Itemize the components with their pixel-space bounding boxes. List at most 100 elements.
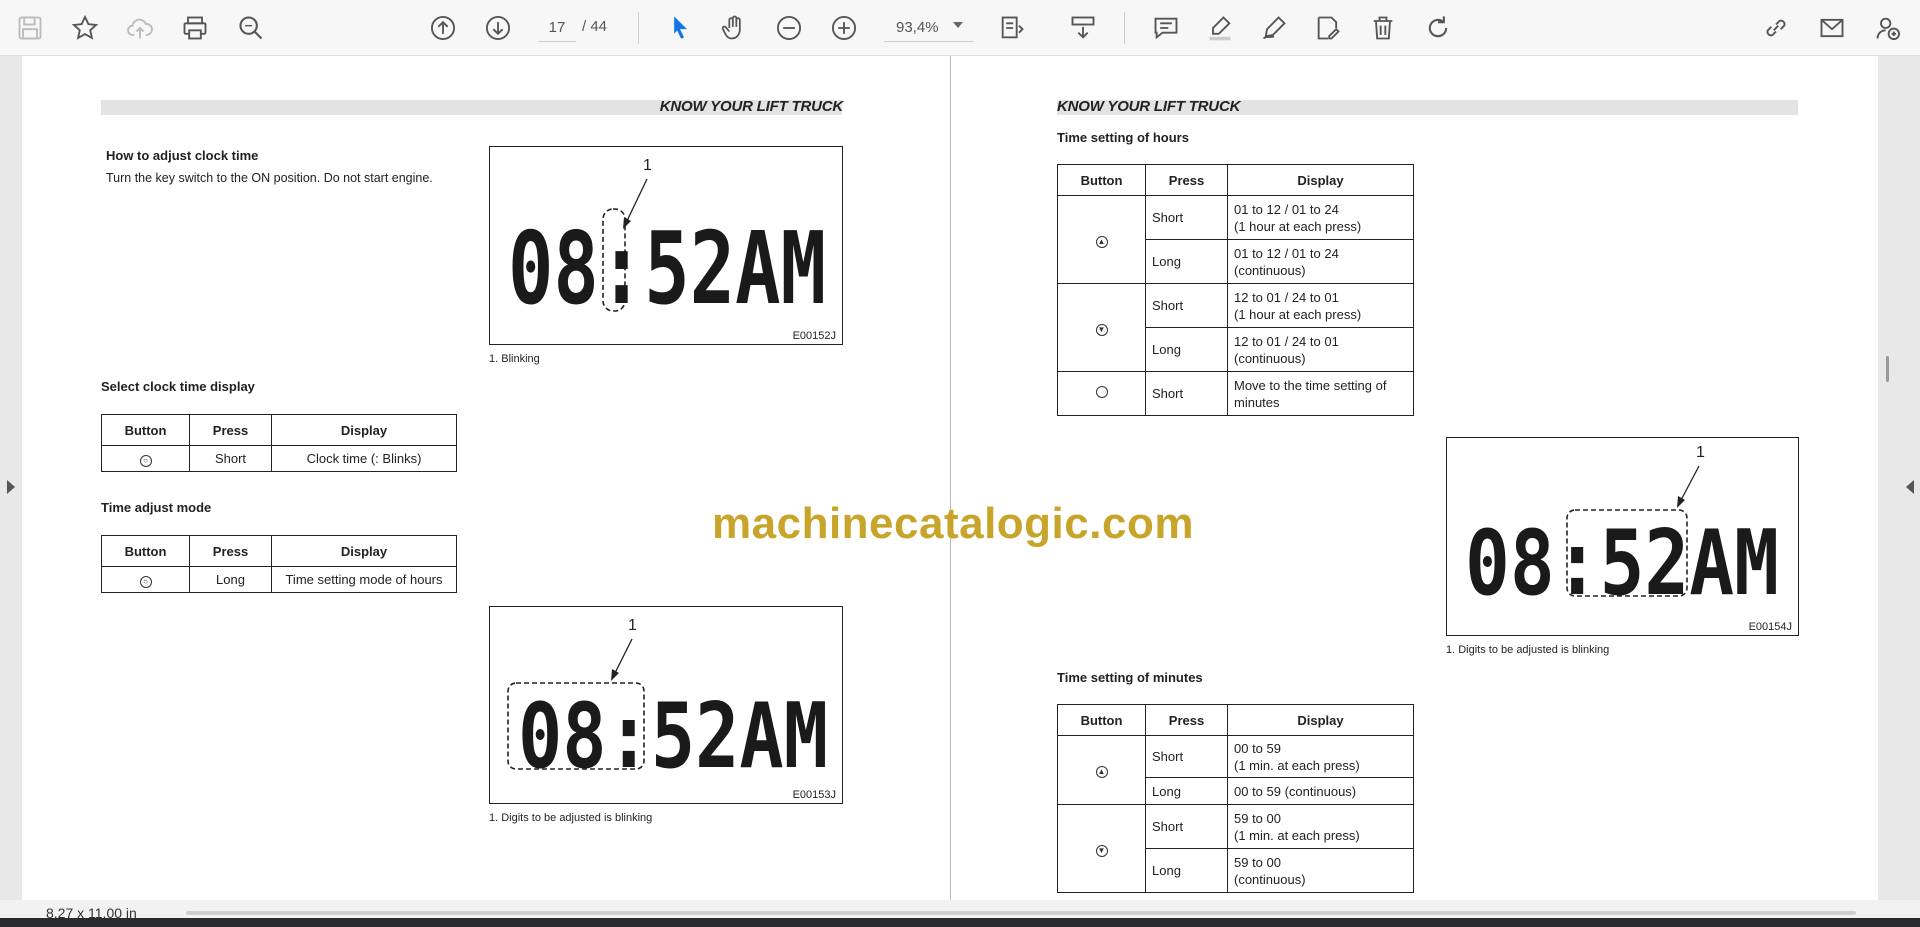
display-line: Move to the time setting of <box>1234 377 1387 393</box>
display-cell: 01 to 12 / 01 to 24 (1 hour at each press… <box>1227 195 1414 240</box>
press-cell: Long <box>1145 777 1228 805</box>
comment-icon[interactable] <box>1148 10 1184 46</box>
horizontal-scrollbar[interactable] <box>186 911 1856 915</box>
print-icon[interactable] <box>177 10 213 46</box>
page-number-input[interactable] <box>538 14 576 42</box>
button-cell: ▼ <box>1057 283 1146 372</box>
display-line: (1 min. at each press) <box>1234 827 1360 843</box>
section-title: Time setting of hours <box>1057 130 1189 145</box>
column-header: Button <box>101 535 190 567</box>
edit-pdf-icon[interactable] <box>1310 10 1346 46</box>
display-line: 01 to 12 / 01 to 24 <box>1234 201 1339 217</box>
document-viewer[interactable]: KNOW YOUR LIFT TRUCK How to adjust clock… <box>0 56 1920 900</box>
up-button-icon: ▲ <box>1095 235 1108 248</box>
table-row: ▲ Short 01 to 12 / 01 to 24 (1 hour at ea… <box>1057 195 1414 284</box>
press-cell: Short <box>1145 195 1228 240</box>
chevron-down-icon[interactable] <box>953 22 963 28</box>
select-tool-icon[interactable] <box>662 10 698 46</box>
svg-text:08:52AM: 08:52AM <box>518 687 828 777</box>
display-cell: Move to the time setting of minutes <box>1227 371 1414 416</box>
svg-text:08:52AM: 08:52AM <box>508 213 826 313</box>
display-cell: 12 to 01 / 24 to 01 (continuous) <box>1227 327 1414 372</box>
hand-tool-icon[interactable] <box>716 10 752 46</box>
press-cell: Short <box>1145 283 1228 328</box>
column-header: Button <box>1057 164 1146 196</box>
column-header: Press <box>1145 704 1228 736</box>
star-icon[interactable] <box>67 10 103 46</box>
add-user-icon[interactable] <box>1870 10 1906 46</box>
page-left: KNOW YOUR LIFT TRUCK How to adjust clock… <box>22 56 950 900</box>
column-header: Button <box>101 414 190 446</box>
cloud-upload-icon[interactable] <box>122 10 158 46</box>
draw-icon[interactable] <box>1256 10 1292 46</box>
column-header: Button <box>1057 704 1146 736</box>
display-cell: 12 to 01 / 24 to 01 (1 hour at each press… <box>1227 283 1414 328</box>
highlight-icon[interactable] <box>1202 10 1238 46</box>
find-icon[interactable] <box>233 10 269 46</box>
display-line: (1 min. at each press) <box>1234 757 1360 773</box>
vertical-scrollbar[interactable] <box>1886 356 1889 382</box>
save-icon[interactable] <box>12 10 48 46</box>
share-link-icon[interactable] <box>1758 10 1794 46</box>
column-header: Press <box>189 414 272 446</box>
scroll-mode-icon[interactable] <box>1065 10 1101 46</box>
minutes-setting-table: Button Press Display ▲ Short 00 to 59 (1… <box>1057 704 1414 893</box>
clock-figure: 1 08:52AM E00154J <box>1446 437 1799 636</box>
expand-left-panel-icon[interactable] <box>7 480 15 494</box>
page-header: KNOW YOUR LIFT TRUCK <box>1057 98 1241 115</box>
display-line: 12 to 01 / 24 to 01 <box>1234 289 1339 305</box>
display-line: 59 to 00 <box>1234 854 1281 870</box>
display-line: 01 to 12 / 01 to 24 <box>1234 245 1339 261</box>
section-title: How to adjust clock time <box>106 148 259 163</box>
next-page-icon[interactable] <box>480 10 516 46</box>
press-cell: Short <box>1145 804 1228 849</box>
display-cell: 59 to 00 (1 min. at each press) <box>1227 804 1414 849</box>
zoom-out-icon[interactable] <box>771 10 807 46</box>
up-button-icon: ▲ <box>1095 766 1108 778</box>
watermark-text: machinecatalogic.com <box>712 499 1194 548</box>
zoom-level-value: 93,4% <box>896 19 939 36</box>
figure-caption: 1. Blinking <box>489 353 540 365</box>
page-header: KNOW YOUR LIFT TRUCK <box>659 98 843 115</box>
down-button-icon: ▼ <box>1095 323 1108 336</box>
press-cell: Short <box>1145 735 1228 778</box>
display-line: (1 hour at each press) <box>1234 218 1362 234</box>
figure-code: E00153J <box>792 789 836 801</box>
select-display-table: Button Press Display ○ Short Clock time … <box>101 414 457 472</box>
email-icon[interactable] <box>1814 10 1850 46</box>
page-fit-icon[interactable] <box>994 10 1030 46</box>
delete-icon[interactable] <box>1365 10 1401 46</box>
table-row: Short Move to the time setting of minutes <box>1057 371 1414 416</box>
select-button-icon: ○ <box>139 575 152 588</box>
display-cell: 01 to 12 / 01 to 24 (continuous) <box>1227 239 1414 284</box>
column-header: Press <box>189 535 272 567</box>
expand-right-panel-icon[interactable] <box>1906 480 1914 494</box>
section-title: Time setting of minutes <box>1057 670 1203 685</box>
clock-figure: 1 08:52AM E00153J <box>489 606 843 804</box>
press-cell: Long <box>1145 327 1228 372</box>
display-cell: Clock time (: Blinks) <box>271 445 457 472</box>
prev-page-icon[interactable] <box>425 10 461 46</box>
zoom-in-icon[interactable] <box>826 10 862 46</box>
taskbar-strip <box>0 918 1920 927</box>
page-total: / 44 <box>582 18 608 35</box>
table-row: ▼ Short 12 to 01 / 24 to 01 (1 hour at ea… <box>1057 283 1414 372</box>
button-cell: ▲ <box>1057 195 1146 284</box>
toolbar: / 44 93,4% <box>0 0 1920 56</box>
column-header: Display <box>1227 704 1414 736</box>
display-cell: Time setting mode of hours <box>271 566 457 593</box>
table-row: ▲ Short 00 to 59 (1 min. at each press) <box>1057 735 1414 805</box>
button-cell: ○ <box>101 445 190 472</box>
clock-figure: 1 08:52AM E00152J <box>489 146 843 345</box>
zoom-level-select[interactable]: 93,4% <box>884 14 974 42</box>
instruction-text: Turn the key switch to the ON position. … <box>106 171 433 185</box>
press-cell: Long <box>1145 848 1228 893</box>
press-cell: Long <box>1145 239 1228 284</box>
rotate-icon[interactable] <box>1420 10 1456 46</box>
lcd-clock-display: 08:52AM <box>1465 514 1779 604</box>
display-line: (continuous) <box>1234 871 1306 887</box>
display-line: 00 to 59 <box>1234 740 1281 756</box>
toolbar-divider <box>638 12 639 44</box>
display-cell: 59 to 00 (continuous) <box>1227 848 1414 893</box>
figure-code: E00154J <box>1748 621 1792 633</box>
